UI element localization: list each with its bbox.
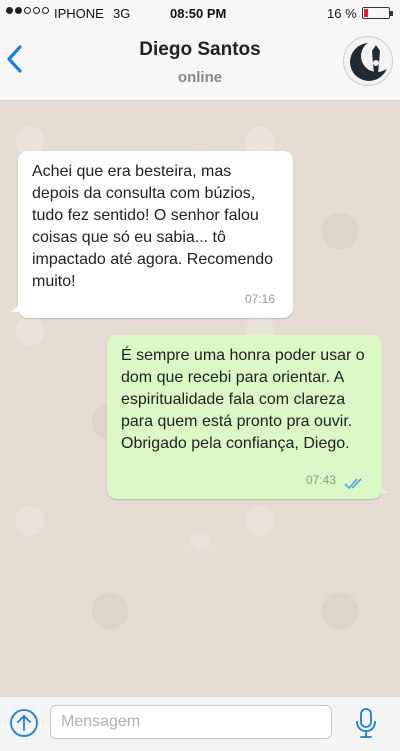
double-check-icon xyxy=(344,478,362,490)
message-text: É sempre uma honra poder usar o dom que … xyxy=(121,347,365,452)
contact-name[interactable]: Diego Santos xyxy=(0,39,400,61)
bubble-tail xyxy=(377,483,389,493)
mic-button[interactable] xyxy=(353,706,379,740)
battery-icon xyxy=(362,7,393,19)
microphone-icon xyxy=(356,708,376,738)
message-bubble-outgoing[interactable]: É sempre uma honra poder usar o dom que … xyxy=(107,335,389,499)
message-time: 07:16 xyxy=(244,292,275,306)
status-time: 08:50 PM xyxy=(170,6,227,21)
carrier-name: IPHONE xyxy=(54,6,104,21)
crescent-moon-logo xyxy=(350,40,392,81)
battery-level-fill xyxy=(364,9,368,17)
message-input[interactable] xyxy=(50,705,332,739)
arrow-up-circle-icon xyxy=(10,709,38,737)
bubble-tail xyxy=(11,302,23,312)
message-bubble-incoming[interactable]: Achei que era besteira, mas depois da co… xyxy=(11,151,293,318)
message-time: 07:43 xyxy=(305,473,336,487)
contact-status: online xyxy=(177,69,223,86)
avatar[interactable] xyxy=(343,36,393,86)
message-composer xyxy=(0,696,400,751)
network-type: 3G xyxy=(113,6,131,21)
chat-header: Diego Santos online xyxy=(0,28,400,101)
message-text: Achei que era besteira, mas depois da co… xyxy=(32,163,274,290)
signal-strength-icon xyxy=(6,7,49,14)
attach-button[interactable] xyxy=(9,708,39,738)
chat-area[interactable]: Achei que era besteira, mas depois da co… xyxy=(0,101,400,696)
battery-percent: 16 % xyxy=(327,6,357,21)
status-bar: IPHONE 3G 08:50 PM 16 % xyxy=(0,0,400,28)
